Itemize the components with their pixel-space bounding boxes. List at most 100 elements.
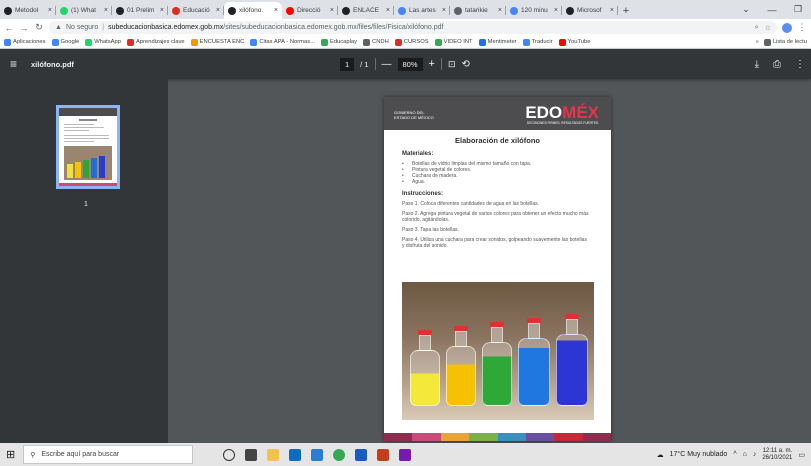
volume-icon[interactable]: ♪: [753, 451, 757, 458]
bookmark-label: CURSOS: [403, 39, 429, 45]
weather-icon[interactable]: ☁: [657, 451, 664, 459]
more-options-icon[interactable]: ⋮: [795, 59, 805, 70]
page-number-input[interactable]: 1: [340, 57, 355, 71]
file-explorer-icon[interactable]: [267, 448, 280, 461]
browser-tab[interactable]: 120 minu ×: [506, 2, 562, 19]
tab-close-icon[interactable]: ×: [554, 7, 558, 14]
url-input[interactable]: ▲ No seguro | subeducacionbasica.edomex.…: [49, 21, 777, 34]
tab-close-icon[interactable]: ×: [610, 7, 614, 14]
footer-color-block: [412, 433, 441, 441]
rotate-icon[interactable]: ⟲: [462, 59, 470, 70]
bookmark-item[interactable]: WhatsApp: [85, 38, 121, 46]
store-icon[interactable]: [289, 448, 302, 461]
weather-text[interactable]: 17°C Muy nublado: [670, 451, 728, 458]
browser-tab[interactable]: ENLACE ×: [338, 2, 394, 19]
bookmark-item[interactable]: Traducir: [522, 38, 553, 46]
edge-icon[interactable]: [311, 448, 324, 461]
word-icon[interactable]: [355, 448, 368, 461]
bookmark-item[interactable]: YouTube: [558, 38, 590, 46]
pdf-page-controls: 1 / 1 — 80% + ⊡ ⟲: [340, 49, 470, 79]
tab-close-icon[interactable]: ×: [216, 7, 220, 14]
bookmark-item[interactable]: Mentimeter: [478, 38, 517, 46]
system-tray: ☁ 17°C Muy nublado ^ ⌂ ♪ 12:11 a. m. 26/…: [657, 448, 805, 462]
tab-close-icon[interactable]: ×: [386, 7, 390, 14]
tab-close-icon[interactable]: ×: [274, 7, 278, 14]
browser-tab[interactable]: Educació ×: [168, 2, 224, 19]
pdf-filename: xilófono.pdf: [31, 59, 74, 69]
warning-icon[interactable]: ▲: [55, 24, 62, 31]
browser-tab[interactable]: tatarikie ×: [450, 2, 506, 19]
bookmark-item[interactable]: Educaplay: [320, 38, 357, 46]
zoom-input[interactable]: 80%: [397, 57, 423, 71]
reading-list-label: Lista de lectu: [772, 39, 807, 45]
bookmark-item[interactable]: Aplicaciones: [4, 38, 46, 46]
bookmark-star-icon[interactable]: ☆: [765, 24, 771, 32]
bookmark-item[interactable]: VIDEO INT: [434, 38, 473, 46]
tab-close-icon[interactable]: ×: [442, 7, 446, 14]
chrome-icon[interactable]: [333, 448, 346, 461]
zoom-out-button[interactable]: —: [382, 59, 392, 70]
tab-favicon-icon: [60, 6, 68, 15]
bookmark-item[interactable]: Google: [51, 38, 79, 46]
tab-label: ENLACE: [353, 7, 380, 14]
tab-search-icon[interactable]: ⌄: [733, 4, 759, 15]
list-item: Agua.: [402, 179, 611, 185]
bookmark-label: Aprendizajes clave: [136, 39, 185, 45]
browser-tab[interactable]: xilófono. ×: [224, 2, 282, 19]
download-icon[interactable]: ⤓: [755, 59, 759, 70]
reading-list[interactable]: Lista de lectu: [763, 38, 807, 46]
tab-close-icon[interactable]: ×: [498, 7, 502, 14]
tab-close-icon[interactable]: ×: [160, 7, 164, 14]
pdf-page: GOBIERNO DEL ESTADO DE MÉXICO EDOMÉX DEC…: [384, 97, 611, 441]
hamburger-menu-icon[interactable]: ≡: [10, 57, 17, 71]
new-tab-button[interactable]: +: [618, 2, 634, 19]
browser-tab[interactable]: 01 Prelim ×: [112, 2, 168, 19]
blue-bottle: [518, 318, 550, 406]
tray-chevron-icon[interactable]: ^: [733, 451, 736, 458]
taskbar-search-input[interactable]: ⚲ Escribe aquí para buscar: [23, 445, 194, 464]
browser-tab[interactable]: Direcció ×: [282, 2, 338, 19]
page-thumbnail[interactable]: [56, 105, 120, 189]
maximize-button[interactable]: ❐: [785, 4, 811, 15]
forward-icon[interactable]: →: [19, 23, 29, 33]
task-view-icon[interactable]: [245, 448, 258, 461]
document-footer-stripe: [384, 433, 611, 441]
clock[interactable]: 12:11 a. m. 26/10/2021: [762, 448, 792, 462]
tab-favicon-icon: [286, 6, 294, 15]
yellow-bottle: [410, 330, 440, 406]
zoom-in-button[interactable]: +: [429, 58, 435, 70]
zoom-icon[interactable]: ⌕: [755, 24, 759, 32]
tab-label: Las artes: [409, 7, 436, 14]
minimize-button[interactable]: —: [759, 5, 785, 15]
print-icon[interactable]: ⎙: [773, 59, 781, 70]
browser-tab[interactable]: Microsof ×: [562, 2, 618, 19]
bookmark-item[interactable]: CNDH: [363, 38, 389, 46]
powerpoint-icon[interactable]: [377, 448, 390, 461]
cortana-icon[interactable]: [223, 448, 236, 461]
windows-start-icon[interactable]: ⊞: [6, 448, 15, 461]
bookmark-item[interactable]: ENCUESTA ENC: [190, 38, 244, 46]
url-domain: subeducacionbasica.edomex.gob.mx: [108, 24, 224, 31]
profile-avatar[interactable]: [782, 22, 792, 33]
tab-close-icon[interactable]: ×: [330, 7, 334, 14]
bookmark-item[interactable]: CURSOS: [394, 38, 429, 46]
browser-menu-icon[interactable]: ⋮: [797, 22, 807, 33]
tab-close-icon[interactable]: ×: [104, 7, 108, 14]
tab-close-icon[interactable]: ×: [48, 7, 52, 14]
browser-tab[interactable]: Las artes ×: [394, 2, 450, 19]
fit-page-icon[interactable]: ⊡: [448, 59, 456, 70]
browser-tab[interactable]: Metodol ×: [0, 2, 56, 19]
tab-label: Microsof: [577, 7, 602, 14]
bookmark-item[interactable]: Citas APA - Normas...: [250, 38, 315, 46]
pdf-toolbar: ≡ xilófono.pdf 1 / 1 — 80% + ⊡ ⟲ ⤓ ⎙ ⋮: [0, 49, 811, 79]
onenote-icon[interactable]: [399, 448, 412, 461]
thumbnail-preview: [59, 108, 117, 186]
notification-icon[interactable]: ▭: [798, 451, 805, 459]
reload-icon[interactable]: ↻: [34, 22, 44, 33]
browser-tab[interactable]: (1) What ×: [56, 2, 112, 19]
bookmark-item[interactable]: Aprendizajes clave: [127, 38, 185, 46]
network-icon[interactable]: ⌂: [743, 451, 747, 458]
more-bookmarks-icon[interactable]: »: [756, 39, 759, 45]
back-icon[interactable]: ←: [4, 23, 14, 33]
security-label[interactable]: No seguro: [66, 24, 98, 31]
